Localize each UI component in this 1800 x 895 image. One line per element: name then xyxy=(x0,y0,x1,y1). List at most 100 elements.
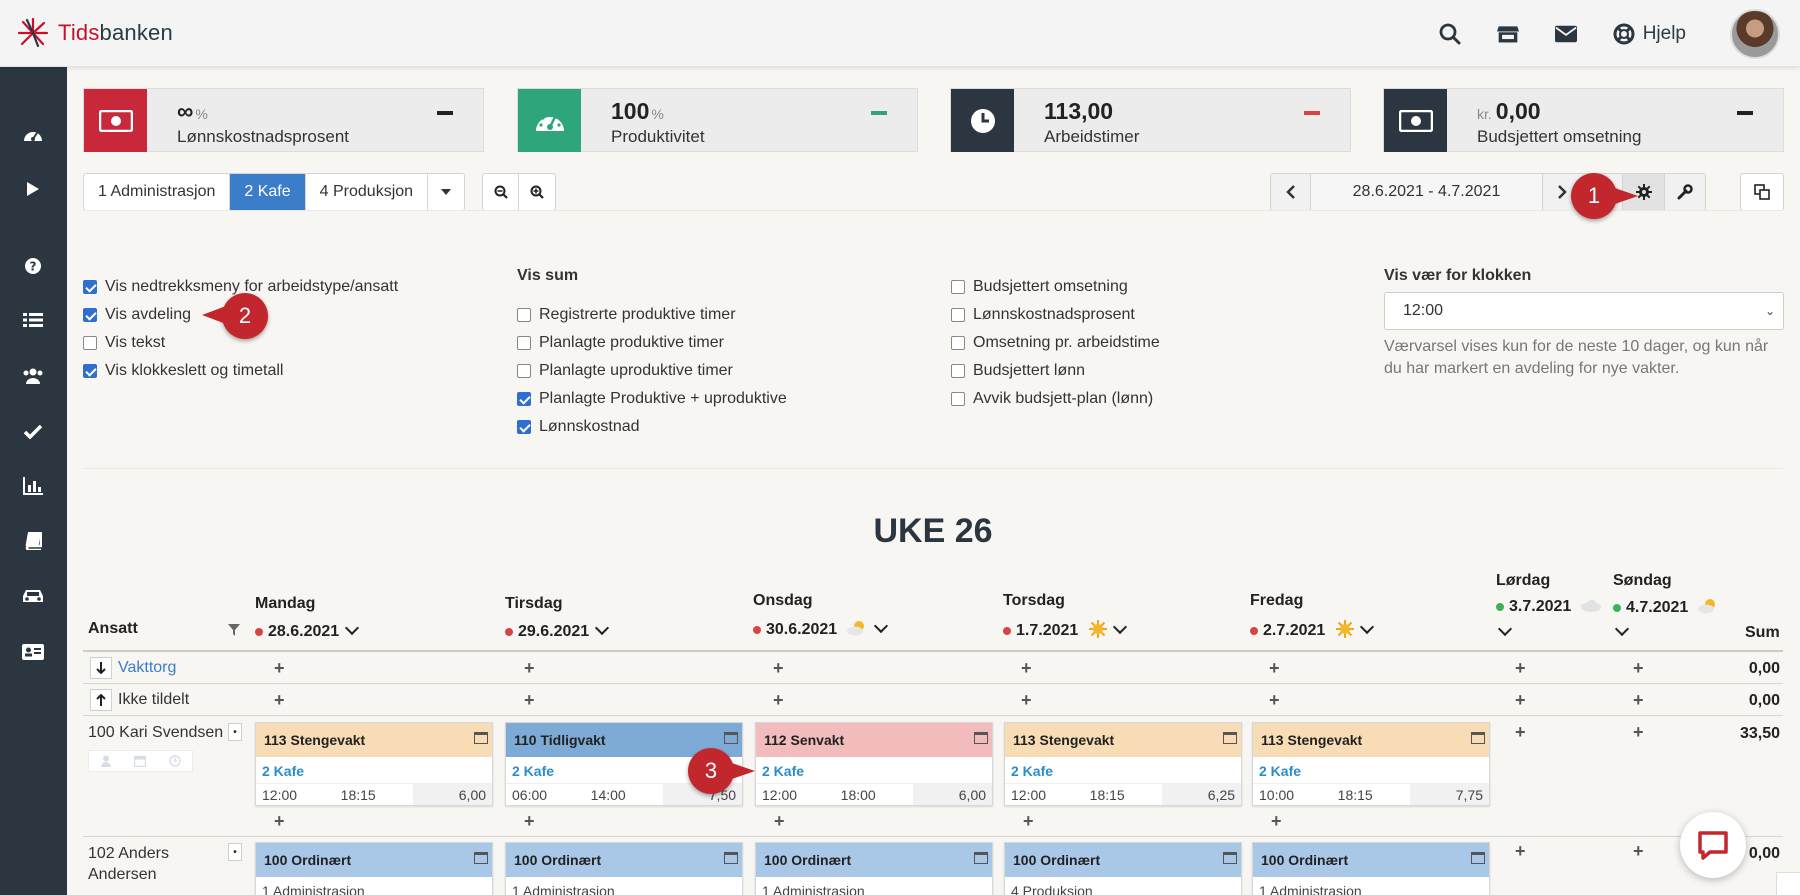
employee-name[interactable]: 100 Kari Svendsen xyxy=(88,724,223,742)
dept-button-administrasjon[interactable]: 1 Administrasjon xyxy=(84,174,231,210)
add-shift-button[interactable]: + xyxy=(274,658,285,679)
checkbox-vis-klokkeslett[interactable]: Vis klokkeslett og timetall xyxy=(83,362,283,380)
ikke-tildelt-toggle-button[interactable] xyxy=(90,689,112,711)
add-shift-button[interactable]: + xyxy=(524,690,535,711)
add-shift-button[interactable]: + xyxy=(1515,690,1526,711)
calendar-icon[interactable] xyxy=(1223,732,1237,744)
add-shift-button[interactable]: + xyxy=(1515,658,1526,679)
add-shift-button[interactable]: + xyxy=(1633,841,1644,862)
dept-dropdown-button[interactable] xyxy=(428,174,464,210)
clock-icon[interactable] xyxy=(169,755,181,767)
add-shift-button[interactable]: + xyxy=(773,690,784,711)
checkbox-vis-tekst[interactable]: Vis tekst xyxy=(83,334,165,352)
user-icon[interactable] xyxy=(100,755,112,767)
zoom-out-button[interactable] xyxy=(483,174,519,210)
calendar-icon[interactable] xyxy=(1223,852,1237,864)
day-date-monday[interactable]: 28.6.2021 xyxy=(255,620,360,641)
add-shift-button[interactable]: + xyxy=(774,811,785,832)
add-shift-button[interactable]: + xyxy=(274,690,285,711)
calendar-icon[interactable] xyxy=(134,755,147,767)
add-shift-button[interactable]: + xyxy=(1021,690,1032,711)
day-date-friday[interactable]: 2.7.2021 xyxy=(1250,619,1374,640)
checkbox-budsjettert-omsetning[interactable]: Budsjettert omsetning xyxy=(951,278,1128,296)
date-range-display[interactable]: 28.6.2021 - 4.7.2021 xyxy=(1311,174,1543,210)
shift-card[interactable]: 100 Ordinært 1 Administrasjon xyxy=(755,842,993,895)
checkbox-avvik-budsjett-plan[interactable]: Avvik budsjett-plan (lønn) xyxy=(951,390,1153,408)
id-card-icon[interactable] xyxy=(22,641,44,663)
day-date-wednesday[interactable]: 30.6.2021 xyxy=(753,618,888,639)
prev-week-button[interactable] xyxy=(1271,174,1311,210)
shift-card[interactable]: 112 Senvakt 2 Kafe 12:00 18:00 6,00 xyxy=(755,722,993,806)
tools-button[interactable] xyxy=(1665,174,1705,210)
add-shift-button[interactable]: + xyxy=(1633,722,1644,743)
shift-card[interactable]: 100 Ordinært 1 Administrasjon xyxy=(255,842,493,895)
calendar-icon[interactable] xyxy=(974,852,988,864)
shift-card[interactable]: 113 Stengevakt 2 Kafe 12:00 18:15 6,00 xyxy=(255,722,493,806)
shift-card[interactable]: 113 Stengevakt 2 Kafe 10:00 18:15 7,75 xyxy=(1252,722,1490,806)
employee-menu-button[interactable]: • xyxy=(228,843,242,861)
employee-menu-button[interactable]: • xyxy=(228,723,242,741)
users-icon[interactable] xyxy=(22,365,44,387)
shift-card[interactable]: 100 Ordinært 4 Produksjon xyxy=(1004,842,1242,895)
filter-icon[interactable] xyxy=(228,624,240,636)
day-date-sunday[interactable]: 4.7.2021 xyxy=(1613,598,1719,617)
add-shift-button[interactable]: + xyxy=(524,658,535,679)
shift-card[interactable]: 100 Ordinært 1 Administrasjon xyxy=(505,842,743,895)
play-icon[interactable] xyxy=(22,178,44,200)
dashboard-icon[interactable] xyxy=(22,124,44,146)
chevron-down-icon[interactable] xyxy=(1497,621,1513,642)
mail-icon[interactable] xyxy=(1554,23,1577,45)
user-avatar[interactable] xyxy=(1730,8,1780,59)
help-link[interactable]: Hjelp xyxy=(1613,23,1686,45)
add-shift-button[interactable]: + xyxy=(1515,841,1526,862)
bar-chart-icon[interactable] xyxy=(22,475,44,497)
zoom-in-button[interactable] xyxy=(519,174,555,210)
calendar-icon[interactable] xyxy=(1471,852,1485,864)
checkbox-planlagte-produktive[interactable]: Planlagte produktive timer xyxy=(517,334,724,352)
add-shift-button[interactable]: + xyxy=(524,811,535,832)
add-shift-button[interactable]: + xyxy=(1515,722,1526,743)
list-icon[interactable] xyxy=(22,309,44,331)
store-icon[interactable] xyxy=(1496,23,1519,45)
shift-card[interactable]: 100 Ordinært 1 Administrasjon xyxy=(1252,842,1490,895)
day-date-thursday[interactable]: 1.7.2021 xyxy=(1003,619,1127,640)
add-shift-button[interactable]: + xyxy=(1633,690,1644,711)
dept-button-kafe[interactable]: 2 Kafe xyxy=(230,174,306,210)
vakttorg-toggle-button[interactable] xyxy=(90,657,112,679)
add-shift-button[interactable]: + xyxy=(1023,811,1034,832)
question-icon[interactable]: ? xyxy=(22,255,44,277)
add-shift-button[interactable]: + xyxy=(1633,658,1644,679)
add-shift-button[interactable]: + xyxy=(1271,811,1282,832)
vakttorg-link[interactable]: Vakttorg xyxy=(118,659,176,677)
add-shift-button[interactable]: + xyxy=(1269,690,1280,711)
day-date-saturday[interactable]: 3.7.2021 xyxy=(1496,598,1602,616)
dept-button-produksjon[interactable]: 4 Produksjon xyxy=(306,174,429,210)
checkbox-omsetning-pr-arbeidstime[interactable]: Omsetning pr. arbeidstime xyxy=(951,334,1160,352)
check-icon[interactable] xyxy=(22,421,44,443)
add-shift-button[interactable]: + xyxy=(274,811,285,832)
checkbox-budsjettert-lonn[interactable]: Budsjettert lønn xyxy=(951,362,1085,380)
calendar-icon[interactable] xyxy=(1471,732,1485,744)
checkbox-lonnskostnadsprosent[interactable]: Lønnskostnadsprosent xyxy=(951,306,1135,324)
calendar-icon[interactable] xyxy=(974,732,988,744)
brand-logo[interactable]: Tidsbanken xyxy=(16,16,173,50)
calendar-icon[interactable] xyxy=(724,852,738,864)
calendar-icon[interactable] xyxy=(474,852,488,864)
add-shift-button[interactable]: + xyxy=(1021,658,1032,679)
checkbox-lonnskostnad[interactable]: Lønnskostnad xyxy=(517,418,640,436)
checkbox-planlagte-produktive-uproduktive[interactable]: Planlagte Produktive + uproduktive xyxy=(517,390,787,408)
calendar-icon[interactable] xyxy=(724,732,738,744)
chevron-down-icon[interactable] xyxy=(1614,621,1630,642)
search-icon[interactable] xyxy=(1439,23,1461,45)
shift-card[interactable]: 113 Stengevakt 2 Kafe 12:00 18:15 6,25 xyxy=(1004,722,1242,806)
copy-week-button[interactable] xyxy=(1741,174,1783,210)
weather-time-select[interactable]: 12:00 ⌄ xyxy=(1384,292,1784,330)
checkbox-planlagte-uproduktive[interactable]: Planlagte uproduktive timer xyxy=(517,362,733,380)
checkbox-vis-avdeling[interactable]: Vis avdeling xyxy=(83,306,191,324)
day-date-tuesday[interactable]: 29.6.2021 xyxy=(505,620,610,641)
add-shift-button[interactable]: + xyxy=(1269,658,1280,679)
resize-handle[interactable] xyxy=(1776,872,1800,895)
calendar-icon[interactable] xyxy=(474,732,488,744)
checkbox-registrerte-produktive[interactable]: Registrerte produktive timer xyxy=(517,306,736,324)
add-shift-button[interactable]: + xyxy=(773,658,784,679)
